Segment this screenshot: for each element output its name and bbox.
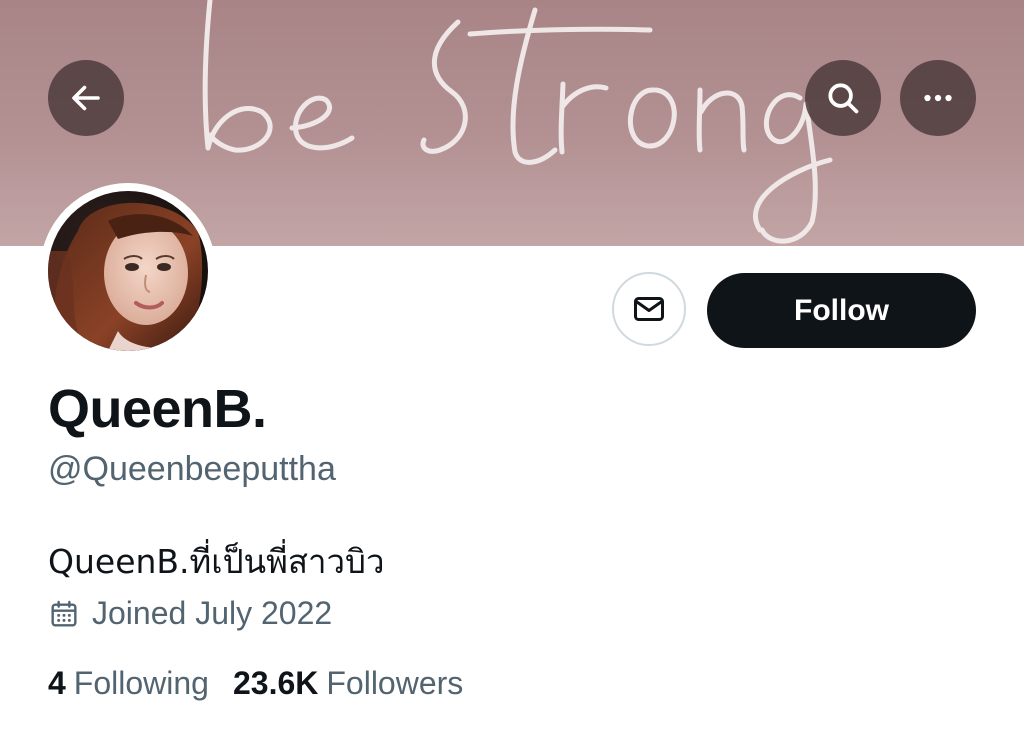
- search-icon: [828, 83, 859, 114]
- following-link[interactable]: 4 Following: [48, 665, 209, 702]
- joined-label: Joined July 2022: [92, 595, 333, 631]
- more-horizontal-icon: [924, 94, 952, 102]
- following-count: 4: [48, 665, 66, 701]
- arrow-left-icon: [72, 85, 100, 111]
- avatar-container[interactable]: [40, 183, 216, 359]
- follow-button[interactable]: Follow: [707, 273, 976, 348]
- followers-label: Followers: [326, 665, 464, 701]
- followers-count: 23.6K: [232, 665, 319, 701]
- mail-icon: [634, 297, 664, 321]
- message-button[interactable]: [612, 272, 686, 346]
- more-options-button[interactable]: [900, 60, 976, 136]
- followers-link[interactable]: 23.6K Followers: [233, 665, 463, 702]
- bio: QueenB.ที่เป็นพี่สาวบิว: [48, 542, 385, 581]
- calendar-icon: [51, 600, 77, 627]
- joined-date: Joined July 2022: [48, 595, 332, 632]
- avatar-photo: [48, 191, 208, 351]
- handle: @Queenbeeputtha: [48, 450, 336, 488]
- following-label: Following: [73, 665, 209, 701]
- back-button[interactable]: [48, 60, 124, 136]
- avatar[interactable]: [48, 191, 208, 351]
- display-name: QueenB.: [48, 379, 267, 439]
- search-button[interactable]: [805, 60, 881, 136]
- follow-stats: 4 Following 23.6K Followers: [48, 665, 463, 702]
